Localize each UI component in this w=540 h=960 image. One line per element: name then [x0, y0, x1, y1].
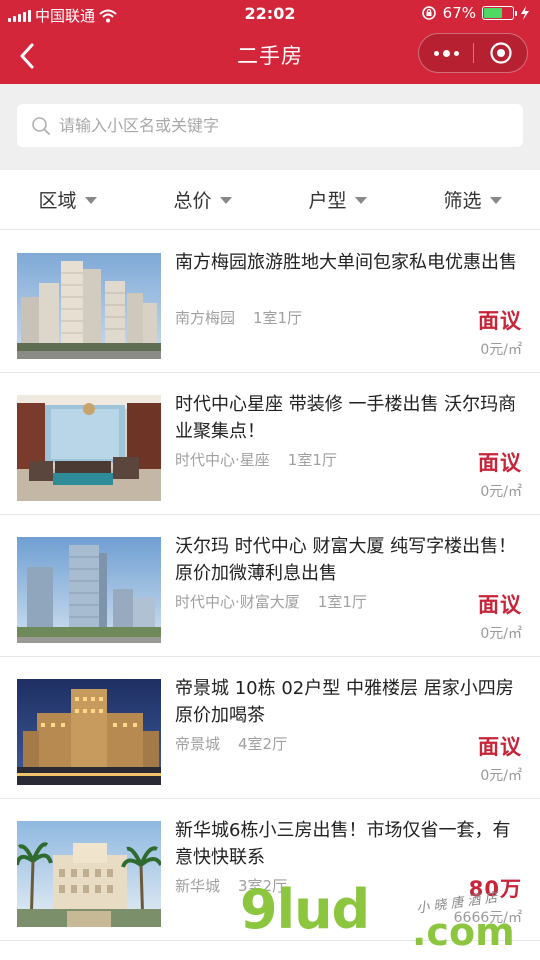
- listing-layout: 4室2厅: [238, 735, 288, 753]
- listing-community: 时代中心·星座: [175, 451, 270, 469]
- listing-unit-price: 0元/㎡: [480, 484, 522, 500]
- listing-price: 面议: [478, 593, 522, 617]
- listing-meta: 帝景城 4室2厅: [175, 733, 287, 754]
- listing-price: 面议: [478, 735, 522, 759]
- listing-meta: 时代中心·财富大厦 1室1厅: [175, 591, 367, 612]
- miniprogram-capsule: [418, 33, 528, 73]
- filter-bar: 区域 总价 户型 筛选: [0, 170, 540, 230]
- filter-layout[interactable]: 户型: [270, 170, 405, 229]
- listing-item[interactable]: 南方梅园旅游胜地大单间包家私电优惠出售 南方梅园 1室1厅 面议 0元/㎡: [0, 231, 540, 373]
- listing-price: 面议: [478, 451, 522, 475]
- rotation-lock-icon: [421, 6, 436, 20]
- listing-title: 沃尔玛 时代中心 财富大厦 纯写字楼出售！原价加微薄利息出售: [175, 536, 517, 584]
- listing-community: 新华城: [175, 877, 221, 895]
- listing-layout: 1室1厅: [287, 451, 337, 469]
- battery-percent: 67%: [442, 4, 476, 22]
- listing-unit-price: 0元/㎡: [480, 342, 522, 358]
- listing-item[interactable]: 沃尔玛 时代中心 财富大厦 纯写字楼出售！原价加微薄利息出售 时代中心·财富大厦…: [0, 515, 540, 657]
- target-close-icon: [489, 42, 512, 64]
- listing-layout: 1室1厅: [253, 309, 303, 327]
- listing-community: 帝景城: [175, 735, 221, 753]
- listing-meta: 南方梅园 1室1厅: [175, 307, 302, 328]
- listing-thumbnail: [17, 679, 161, 785]
- caret-down-icon: [219, 197, 232, 204]
- listing-layout: 1室1厅: [317, 593, 367, 611]
- listing-item[interactable]: 时代中心星座 带装修 一手楼出售 沃尔玛商业聚集点！ 时代中心·星座 1室1厅 …: [0, 373, 540, 515]
- caret-down-icon: [489, 197, 502, 204]
- status-bar: 中国联通 22:02 67%: [0, 0, 540, 28]
- listing-title: 南方梅园旅游胜地大单间包家私电优惠出售: [175, 252, 517, 273]
- filter-total-price[interactable]: 总价: [135, 170, 270, 229]
- listing-title: 时代中心星座 带装修 一手楼出售 沃尔玛商业聚集点！: [175, 394, 517, 442]
- battery-icon: [482, 6, 517, 20]
- listing-thumbnail: [17, 253, 161, 359]
- filter-label: 户型: [308, 190, 347, 212]
- nav-bar: 二手房: [0, 28, 540, 84]
- more-button[interactable]: [419, 34, 473, 72]
- search-box[interactable]: [17, 104, 523, 147]
- close-button[interactable]: [474, 41, 527, 65]
- listing-item[interactable]: 新华城6栋小三房出售！市场仅省一套，有意快快联系 新华城 3室2厅 80万 66…: [0, 799, 540, 941]
- search-icon: [32, 116, 50, 135]
- caret-down-icon: [84, 197, 97, 204]
- status-right: 67%: [421, 4, 530, 22]
- listing-unit-price: 0元/㎡: [480, 626, 522, 642]
- listing-community: 时代中心·财富大厦: [175, 593, 300, 611]
- listing-thumbnail: [17, 537, 161, 643]
- filter-region[interactable]: 区域: [0, 170, 135, 229]
- listing-title: 帝景城 10栋 02户型 中雅楼层 居家小四房 原价加喝茶: [175, 678, 514, 726]
- charging-icon: [521, 6, 529, 20]
- listing-thumbnail: [17, 395, 161, 501]
- filter-label: 筛选: [443, 190, 482, 212]
- listing-unit-price: 6666元/㎡: [453, 910, 522, 926]
- listing-title: 新华城6栋小三房出售！市场仅省一套，有意快快联系: [175, 820, 511, 868]
- search-input[interactable]: [59, 116, 499, 135]
- listing-layout: 3室2厅: [238, 877, 288, 895]
- listing-price: 面议: [478, 309, 522, 333]
- listing-meta: 时代中心·星座 1室1厅: [175, 449, 337, 470]
- search-area: [0, 84, 540, 170]
- listing-community: 南方梅园: [175, 309, 236, 327]
- filter-label: 区域: [38, 190, 77, 212]
- listing-item[interactable]: 帝景城 10栋 02户型 中雅楼层 居家小四房 原价加喝茶 帝景城 4室2厅 面…: [0, 657, 540, 799]
- caret-down-icon: [354, 197, 367, 204]
- listing-meta: 新华城 3室2厅: [175, 875, 287, 896]
- listing-list: 南方梅园旅游胜地大单间包家私电优惠出售 南方梅园 1室1厅 面议 0元/㎡ 时代…: [0, 231, 540, 941]
- battery-fill: [484, 8, 503, 18]
- filter-more[interactable]: 筛选: [405, 170, 540, 229]
- filter-label: 总价: [173, 190, 212, 212]
- listing-price: 80万: [468, 877, 522, 901]
- listing-unit-price: 0元/㎡: [480, 768, 522, 784]
- listing-thumbnail: [17, 821, 161, 927]
